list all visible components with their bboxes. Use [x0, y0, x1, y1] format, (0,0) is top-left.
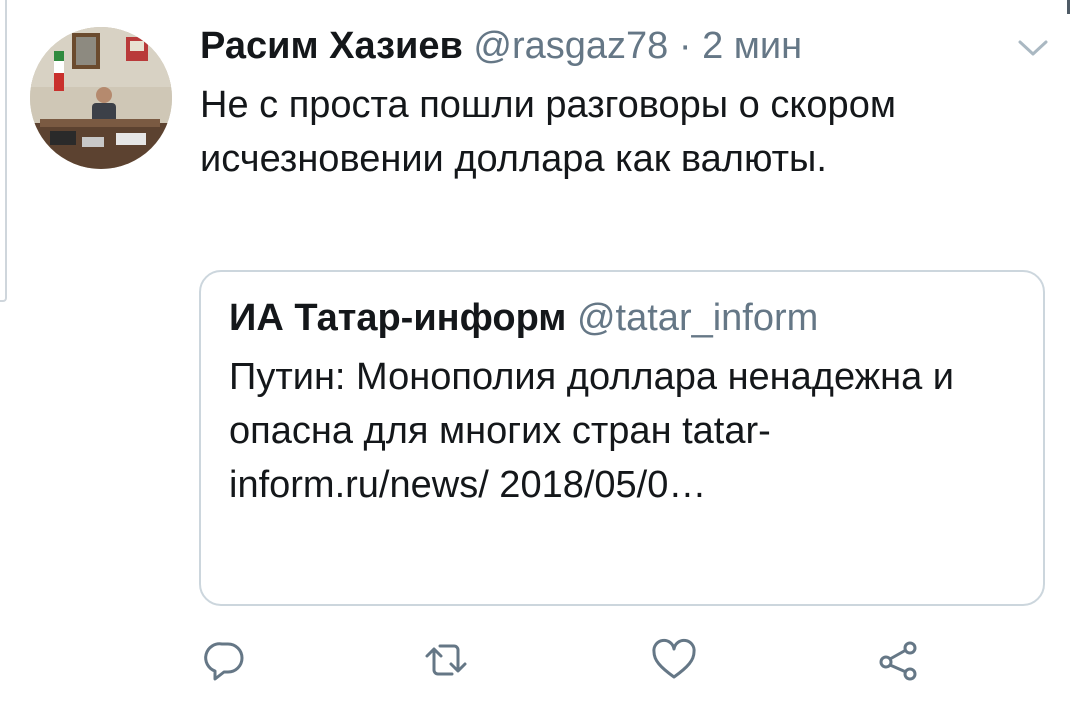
tweet-header: Расим Хазиев @rasgaz78 · 2 мин	[200, 22, 802, 70]
tweet-text: Не с проста пошли разговоры о скором исч…	[200, 84, 896, 180]
share-icon[interactable]	[874, 636, 922, 684]
tweet-timestamp[interactable]: 2 мин	[702, 25, 802, 67]
reply-icon[interactable]	[200, 636, 248, 684]
author-handle[interactable]: @rasgaz78	[473, 25, 668, 67]
quoted-tweet-header: ИА Татар-информ @tatar_inform	[229, 294, 818, 342]
avatar[interactable]	[30, 27, 172, 169]
author-name[interactable]: Расим Хазиев	[200, 25, 463, 67]
thread-connector	[0, 0, 7, 302]
meta-separator: ·	[668, 25, 703, 67]
tweet-actions	[0, 636, 1078, 686]
quoted-author-handle: @tatar_inform	[576, 297, 819, 339]
quoted-author-name: ИА Татар-информ	[229, 297, 567, 339]
quoted-tweet-card[interactable]: ИА Татар-информ @tatar_inform Путин: Мон…	[199, 270, 1045, 606]
quoted-tweet-text: Путин: Монополия доллара ненадежна и опа…	[229, 356, 955, 506]
scrollbar-indicator	[1067, 0, 1070, 14]
heart-icon[interactable]	[650, 636, 698, 684]
tweet-screen: Расим Хазиев @rasgaz78 · 2 мин Не с прос…	[0, 0, 1078, 701]
retweet-icon[interactable]	[422, 636, 470, 684]
chevron-down-icon[interactable]	[1016, 36, 1050, 60]
